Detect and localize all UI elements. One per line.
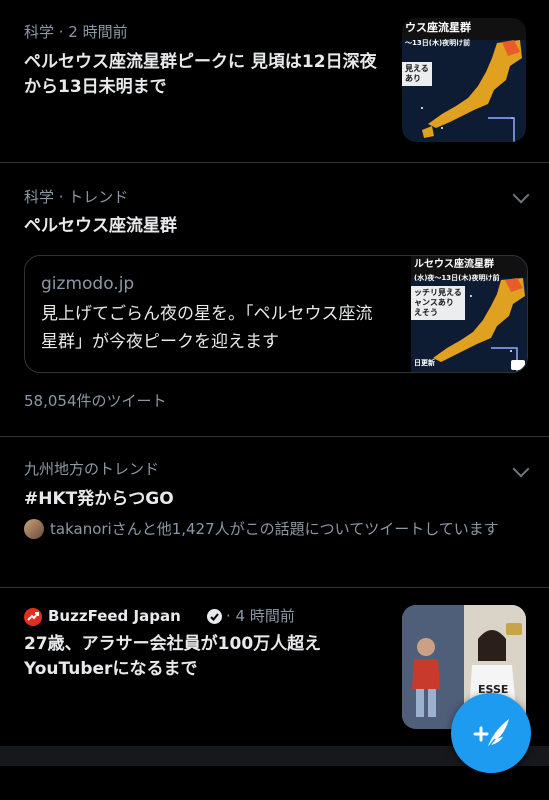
trend-social-context: takanoriさんと他1,427人がこの話題についてツイートしています <box>50 520 499 538</box>
card-domain: gizmodo.jp <box>41 274 135 294</box>
news-title: 27歳、アラサー会社員が100万人超えYouTuberになるまで <box>24 634 322 679</box>
thumbnail-caption: ッチリ見える ャンスあり えそう <box>411 286 465 320</box>
chevron-down-icon[interactable] <box>512 186 530 204</box>
card-thumbnail: ルセウス座流星群 (水)夜～13日(木)夜明け前 ッチリ見える ャンスあり えそ… <box>411 256 527 372</box>
trend-title: #HKT発からつGO <box>24 489 174 509</box>
play-badge-icon <box>511 360 525 370</box>
trend-meta: 科学 · トレンド <box>24 188 129 206</box>
thumbnail-subheader: (水)夜～13日(木)夜明け前 <box>414 274 500 282</box>
source-icon <box>24 608 42 626</box>
trend-item-hkt[interactable]: 九州地方のトレンド #HKT発からつGO takanoriさんと他1,427人が… <box>0 437 549 588</box>
trend-item-perseid[interactable]: 科学 · トレンド ペルセウス座流星群 gizmodo.jp 見上げてごらん夜の… <box>0 163 549 437</box>
tweet-count: 58,054件のツイート <box>24 392 167 410</box>
link-card[interactable]: gizmodo.jp 見上げてごらん夜の星を。「ペルセウス座流星群」が今夜ピーク… <box>24 255 528 373</box>
thumbnail-header: ウス座流星群 <box>405 21 471 34</box>
compose-tweet-icon <box>473 719 509 750</box>
compose-tweet-button[interactable] <box>451 693 531 773</box>
trend-meta: 九州地方のトレンド <box>24 460 160 478</box>
chevron-down-icon[interactable] <box>512 460 530 478</box>
news-title: ペルセウス座流星群ピークに 見頃は12日深夜から13日未明まで <box>24 52 377 97</box>
thumbnail-caption: 見える あり <box>402 62 432 86</box>
news-item-perseid-peak[interactable]: 科学 · 2 時間前 ペルセウス座流星群ピークに 見頃は12日深夜から13日未明… <box>0 0 549 163</box>
trending-arrow-icon <box>27 612 39 621</box>
thumbnail-header: ルセウス座流星群 <box>414 259 494 270</box>
news-thumbnail: ウス座流星群 ～13日(木)夜明け前 見える あり <box>402 18 526 142</box>
thumbnail-subheader: ～13日(木)夜明け前 <box>405 39 471 47</box>
thumbnail-footer: 日更新 <box>414 359 435 367</box>
news-source: BuzzFeed Japan <box>48 607 181 625</box>
verified-badge-icon <box>207 609 222 624</box>
trend-title: ペルセウス座流星群 <box>24 216 177 236</box>
news-time: · 4 時間前 <box>226 607 295 625</box>
news-meta: 科学 · 2 時間前 <box>24 23 128 41</box>
card-text: 見上げてごらん夜の星を。「ペルセウス座流星群」が今夜ピークを迎えます <box>41 304 373 352</box>
